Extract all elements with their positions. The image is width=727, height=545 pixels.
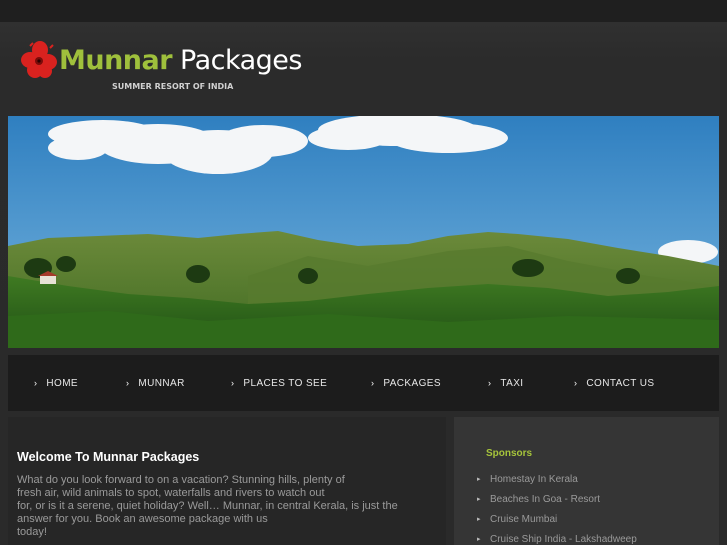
welcome-paragraph: What do you look forward to on a vacatio… <box>17 474 409 539</box>
nav-item-packages[interactable]: › PACKAGES <box>371 355 441 411</box>
top-band <box>0 0 727 22</box>
chevron-right-icon: › <box>574 378 578 388</box>
paragraph-line: fresh air, wild animals to spot, waterfa… <box>17 487 325 499</box>
bullet-arrow-icon: ▸ <box>477 516 481 523</box>
logo-word-packages: Packages <box>180 45 302 76</box>
logo-tagline: SUMMER RESORT OF INDIA <box>112 82 234 91</box>
sponsor-link-label: Cruise Ship India - Lakshadweep <box>490 534 637 545</box>
sponsor-link-homestay-kerala[interactable]: ▸ Homestay In Kerala <box>477 473 637 493</box>
nav-item-contact-us[interactable]: › CONTACT US <box>574 355 654 411</box>
nav-item-taxi[interactable]: › TAXI <box>488 355 524 411</box>
welcome-heading: Welcome To Munnar Packages <box>17 450 200 464</box>
chevron-right-icon: › <box>34 378 38 388</box>
chevron-right-icon: › <box>371 378 375 388</box>
nav-item-munnar[interactable]: › MUNNAR <box>126 355 185 411</box>
nav-item-label: MUNNAR <box>138 378 185 389</box>
sponsor-link-cruise-lakshadweep[interactable]: ▸ Cruise Ship India - Lakshadweep <box>477 533 637 545</box>
chevron-right-icon: › <box>126 378 130 388</box>
nav-item-label: HOME <box>46 378 79 389</box>
nav-item-label: CONTACT US <box>586 378 655 389</box>
nav-item-label: PLACES TO SEE <box>243 378 328 389</box>
site-logo[interactable]: Munnar Packages SUMMER RESORT OF INDIA <box>20 38 320 98</box>
sponsors-list: ▸ Homestay In Kerala ▸ Beaches In Goa - Re… <box>477 473 637 545</box>
bullet-arrow-icon: ▸ <box>477 496 481 503</box>
bullet-arrow-icon: ▸ <box>477 536 481 543</box>
paragraph-line: answer for you. Book an awesome package … <box>17 513 268 525</box>
sponsor-link-label: Beaches In Goa - Resort <box>490 494 601 505</box>
paragraph-line: What do you look forward to on a vacatio… <box>17 474 345 486</box>
paragraph-line: today! <box>17 526 47 538</box>
main-content: Welcome To Munnar Packages What do you l… <box>8 417 446 545</box>
flower-logo-icon <box>21 41 57 78</box>
logo-word-munnar: Munnar <box>59 45 173 76</box>
page: Munnar Packages SUMMER RESORT OF INDIA ›… <box>0 0 727 545</box>
sponsor-link-cruise-mumbai[interactable]: ▸ Cruise Mumbai <box>477 513 637 533</box>
sponsor-link-beaches-goa[interactable]: ▸ Beaches In Goa - Resort <box>477 493 637 513</box>
chevron-right-icon: › <box>488 378 492 388</box>
hero-banner-image <box>8 116 719 348</box>
nav-item-label: TAXI <box>500 378 524 389</box>
paragraph-line: for, or is it a serene, quiet holiday? W… <box>17 500 398 512</box>
nav-item-label: PACKAGES <box>383 378 441 389</box>
sponsor-link-label: Cruise Mumbai <box>490 514 558 525</box>
sponsor-link-label: Homestay In Kerala <box>490 474 578 485</box>
chevron-right-icon: › <box>231 378 235 388</box>
sponsors-sidebar: Sponsors ▸ Homestay In Kerala ▸ Beaches In… <box>454 417 719 545</box>
nav-item-places-to-see[interactable]: › PLACES TO SEE <box>231 355 327 411</box>
main-nav: › HOME › MUNNAR › PLACES TO SEE › PACKAGES ›… <box>8 355 719 411</box>
nav-item-home[interactable]: › HOME <box>34 355 78 411</box>
bullet-arrow-icon: ▸ <box>477 476 481 483</box>
sponsors-heading: Sponsors <box>486 448 533 459</box>
